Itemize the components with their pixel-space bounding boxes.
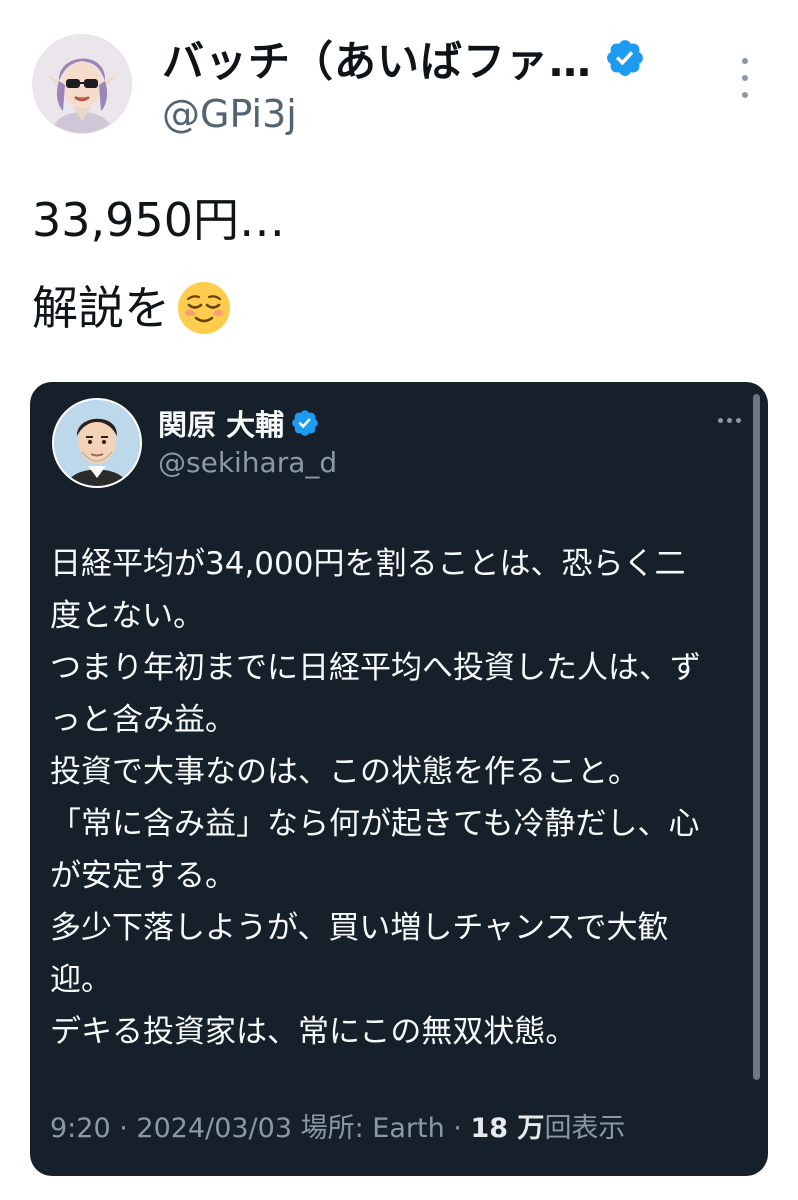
quoted-text-line: 「常に含み益」なら何が起きても冷静だし、心 — [50, 806, 700, 842]
quoted-text-line: 度とない。 — [50, 598, 205, 634]
quoted-tweet-text: 日経平均が34,000円を割ることは、恐らく二 度とない。 つまり年初までに日経… — [50, 538, 750, 1058]
tweet-header: バッチ（あいばファ… @GPi3j — [0, 0, 798, 160]
dot — [742, 75, 748, 81]
author-avatar[interactable] — [32, 34, 132, 134]
quoted-author-handle[interactable]: @sekihara_d — [158, 446, 337, 479]
quoted-text-line: が安定する。 — [50, 858, 236, 894]
views-label: 回表示 — [544, 1113, 626, 1144]
dot — [736, 418, 741, 423]
quoted-text-line: つまり年初までに日経平均へ投資した人は、ず — [50, 650, 701, 686]
author-handle[interactable]: @GPi3j — [162, 92, 297, 136]
quoted-text-line: デキる投資家は、常にこの無双状態。 — [50, 1014, 577, 1050]
quoted-author-name-row[interactable]: 関原 大輔 — [158, 402, 320, 444]
quoted-text-line: 多少下落しようが、買い増しチャンスで大歓 — [50, 910, 669, 946]
more-options-icon[interactable] — [718, 418, 741, 423]
verified-badge-icon — [292, 410, 318, 436]
quoted-tweet-card[interactable]: 関原 大輔 @sekihara_d 日経平均が34,000円を割ることは、恐らく… — [30, 382, 768, 1176]
quoted-text-line: っと含み益。 — [50, 702, 236, 738]
dot — [742, 58, 748, 64]
elf-avatar-icon — [33, 35, 131, 133]
tweet-text-segment: 解説を — [32, 281, 170, 335]
tweet-text-line-with-emoji: 解説を — [32, 264, 285, 352]
tweet-time[interactable]: 9:20 — [50, 1113, 111, 1144]
dot — [727, 418, 732, 423]
quoted-text-line: 日経平均が34,000円を割ることは、恐らく二 — [50, 546, 686, 582]
verified-badge-icon — [607, 40, 643, 76]
author-name-row[interactable]: バッチ（あいばファ… — [162, 30, 646, 86]
meta-separator: · — [444, 1113, 471, 1144]
tweet-text-line: 33,950円… — [32, 193, 285, 247]
quoted-text-line: 迎。 — [50, 962, 112, 998]
quoted-author-avatar[interactable] — [52, 398, 142, 488]
tweet-text: 33,950円… 解説を — [32, 176, 285, 352]
dot — [718, 418, 723, 423]
relieved-face-emoji — [178, 282, 230, 334]
man-avatar-icon — [54, 400, 140, 486]
quoted-author-display-name[interactable]: 関原 大輔 — [158, 402, 284, 444]
quoted-tweet-meta: 9:20 · 2024/03/03 場所: Earth · 18 万回表示 — [50, 1106, 625, 1145]
dot — [742, 92, 748, 98]
author-display-name[interactable]: バッチ（あいばファ… — [162, 28, 592, 89]
quoted-text-line: 投資で大事なのは、この状態を作ること。 — [50, 754, 639, 790]
more-options-icon[interactable] — [733, 58, 757, 98]
meta-separator: · — [110, 1113, 137, 1144]
tweet-date[interactable]: 2024/03/03 — [136, 1113, 292, 1144]
card-scrollbar[interactable] — [753, 394, 760, 1080]
tweet-location: 場所: Earth — [300, 1113, 445, 1144]
views-count: 18 万 — [470, 1113, 545, 1144]
